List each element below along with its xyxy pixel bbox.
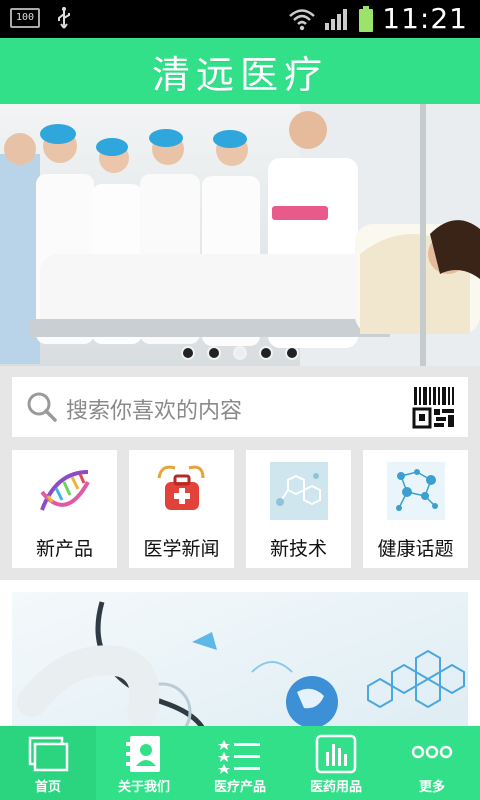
wifi-icon bbox=[289, 8, 316, 30]
feature-image bbox=[12, 592, 468, 726]
carousel-dot-active[interactable] bbox=[235, 348, 245, 358]
health-network-icon bbox=[387, 462, 445, 520]
list-icon bbox=[218, 740, 260, 774]
category-grid: 新产品 医学新闻 新技术 健康话题 bbox=[12, 450, 468, 568]
category-medical-news[interactable]: 医学新闻 bbox=[129, 450, 234, 568]
category-label: 新产品 bbox=[35, 538, 93, 560]
bottom-tab-bar: 首页 关于我们 医疗产品 医药用品 更多 bbox=[0, 726, 480, 800]
carousel-dot[interactable] bbox=[209, 348, 219, 358]
banner-image bbox=[0, 104, 480, 366]
tab-label: 医药用品 bbox=[309, 780, 362, 795]
tab-pharma-supplies[interactable]: 医药用品 bbox=[288, 726, 384, 800]
tab-label: 关于我们 bbox=[117, 780, 170, 795]
molecule-tech-icon bbox=[270, 462, 328, 520]
contact-icon bbox=[126, 736, 160, 772]
status-bar: 100 11:21 bbox=[0, 0, 480, 38]
carousel-dot[interactable] bbox=[261, 348, 271, 358]
clock: 11:21 bbox=[382, 2, 468, 35]
usb-icon bbox=[58, 7, 70, 29]
tab-label: 医疗产品 bbox=[213, 780, 266, 795]
page-title: 清远医疗 bbox=[151, 52, 328, 97]
tab-label: 首页 bbox=[34, 780, 61, 795]
category-health-topics[interactable]: 健康话题 bbox=[363, 450, 468, 568]
more-icon bbox=[411, 745, 453, 759]
tab-more[interactable]: 更多 bbox=[384, 726, 480, 800]
search-icon bbox=[27, 392, 57, 422]
chart-icon bbox=[315, 734, 357, 774]
carousel-dots bbox=[0, 348, 480, 358]
tab-label: 更多 bbox=[418, 780, 445, 795]
home-icon bbox=[28, 736, 69, 772]
category-label: 医学新闻 bbox=[143, 538, 220, 560]
battery-icon bbox=[359, 5, 374, 32]
scan-code-icon[interactable] bbox=[412, 385, 456, 429]
signal-icon bbox=[325, 8, 348, 30]
tab-home[interactable]: 首页 bbox=[0, 726, 96, 800]
battery-indicator: 100 bbox=[10, 8, 40, 28]
carousel-dot[interactable] bbox=[287, 348, 297, 358]
category-new-products[interactable]: 新产品 bbox=[12, 450, 117, 568]
category-label: 新技术 bbox=[269, 538, 327, 560]
feature-card[interactable] bbox=[0, 580, 480, 726]
search-bar[interactable]: 搜索你喜欢的内容 bbox=[12, 377, 468, 437]
search-input[interactable]: 搜索你喜欢的内容 bbox=[66, 393, 242, 425]
carousel-dot[interactable] bbox=[183, 348, 193, 358]
category-label: 健康话题 bbox=[377, 538, 454, 560]
dna-icon bbox=[40, 470, 90, 511]
tab-medical-products[interactable]: 医疗产品 bbox=[192, 726, 288, 800]
medical-kit-icon bbox=[157, 465, 205, 510]
app-header: 清远医疗 bbox=[0, 38, 480, 104]
category-new-technology[interactable]: 新技术 bbox=[246, 450, 351, 568]
tab-about-us[interactable]: 关于我们 bbox=[96, 726, 192, 800]
banner-carousel[interactable] bbox=[0, 104, 480, 366]
